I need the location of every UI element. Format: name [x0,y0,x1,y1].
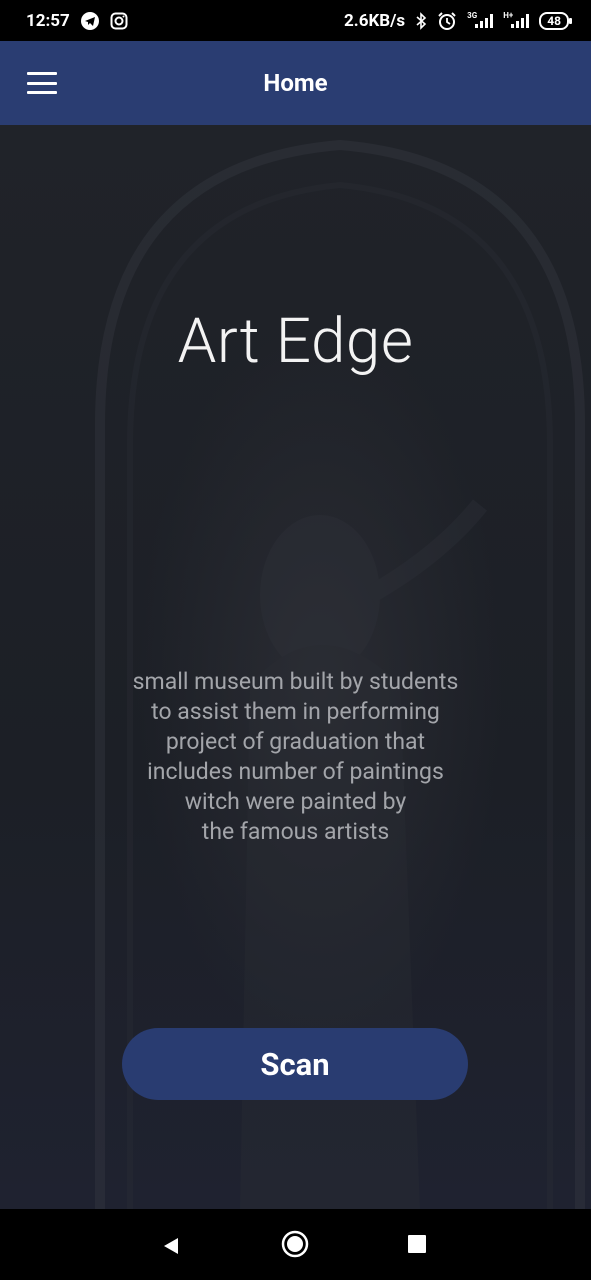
sim1-type: 3G [467,10,478,20]
telegram-icon [80,11,100,31]
navigation-bar [0,1209,591,1280]
description-line: project of graduation that [165,728,426,755]
status-time: 12:57 [26,10,70,31]
status-bar-right: 2.6KB/s 3G H+ 48 [344,10,572,31]
status-bar-left: 12:57 [26,11,128,31]
alarm-icon [437,11,457,31]
description-line: small museum built by students [132,668,459,695]
description-line: witch were painted by [184,788,407,815]
back-icon[interactable] [162,1236,180,1260]
sim2-type: H+ [503,10,514,20]
signal-icon: 3G [467,10,494,28]
scan-button[interactable]: Scan [122,1028,468,1100]
page-title: Home [263,69,328,97]
description-line: the famous artists [201,818,390,845]
home-icon[interactable] [281,1230,309,1262]
recents-icon[interactable] [408,1235,426,1253]
app-bar: Home [0,41,591,125]
instagram-icon [110,12,128,30]
app-description: small museum built by students to assist… [60,667,531,847]
app-name-heading: Art Edge [177,305,414,378]
description-line: includes number of paintings [147,758,444,785]
bluetooth-icon [415,11,427,30]
main-content: Art Edge small museum built by students … [0,125,591,1209]
battery-level: 48 [547,13,561,28]
hamburger-menu-icon[interactable] [27,72,57,94]
description-line: to assist them in performing [151,698,440,725]
battery-icon: 48 [539,11,572,30]
signal-icon: H+ [503,10,530,28]
status-bar: 12:57 2.6KB/s 3G H+ 48 [0,0,591,41]
network-speed: 2.6KB/s [344,10,406,31]
